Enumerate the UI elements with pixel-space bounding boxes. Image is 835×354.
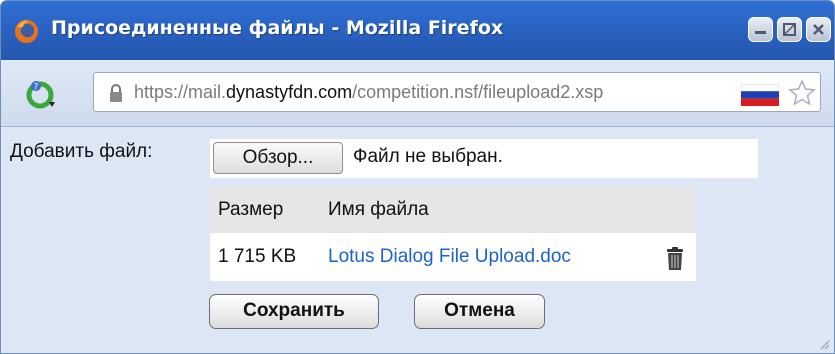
table-row: 1 715 KB Lotus Dialog File Upload.doc <box>210 233 696 281</box>
file-input[interactable]: Обзор... Файл не выбран. <box>210 139 758 178</box>
add-file-label: Добавить файл: <box>10 141 153 162</box>
lock-icon <box>110 84 122 102</box>
url-text: https://mail.dynastyfdn.com/competition.… <box>134 82 603 103</box>
navigation-bar: ? https://mail.dynastyfdn.com/competitio… <box>1 60 834 127</box>
close-button[interactable] <box>806 17 831 42</box>
minimize-icon <box>755 31 766 34</box>
browser-window: Присоединенные файлы - Mozilla Firefox ? <box>0 0 835 354</box>
trash-icon[interactable] <box>664 247 686 271</box>
russian-flag-icon[interactable] <box>741 84 779 106</box>
browse-button[interactable]: Обзор... <box>213 142 343 174</box>
save-button[interactable]: Сохранить <box>209 294 379 329</box>
url-prefix: https://mail. <box>134 82 227 102</box>
attachments-table: Размер Имя файла 1 715 KB Lotus Dialog F… <box>210 186 696 281</box>
site-identity-icon[interactable]: ? <box>23 76 59 110</box>
url-domain: dynastyfdn.com <box>226 82 353 102</box>
cancel-button[interactable]: Отмена <box>414 294 545 329</box>
bookmark-star-icon[interactable] <box>787 78 817 108</box>
url-bar[interactable]: https://mail.dynastyfdn.com/competition.… <box>93 72 821 112</box>
url-path: /competition.nsf/fileupload2.xsp <box>352 82 604 102</box>
minimize-button[interactable] <box>748 17 773 42</box>
firefox-icon <box>14 19 39 44</box>
svg-text:?: ? <box>34 83 39 93</box>
header-filename: Имя файла <box>328 199 429 220</box>
file-link[interactable]: Lotus Dialog File Upload.doc <box>328 246 571 268</box>
no-file-text: Файл не выбран. <box>353 146 503 167</box>
maximize-button[interactable] <box>777 17 802 42</box>
table-header: Размер Имя файла <box>210 186 696 233</box>
close-icon <box>813 24 824 35</box>
header-size: Размер <box>218 199 284 220</box>
title-bar[interactable]: Присоединенные файлы - Mozilla Firefox <box>1 1 834 60</box>
resize-grip-icon[interactable] <box>818 338 830 350</box>
file-size: 1 715 KB <box>218 246 297 267</box>
maximize-icon <box>783 23 796 36</box>
page-content: Добавить файл: Обзор... Файл не выбран. … <box>1 127 834 353</box>
window-title: Присоединенные файлы - Mozilla Firefox <box>51 17 504 39</box>
